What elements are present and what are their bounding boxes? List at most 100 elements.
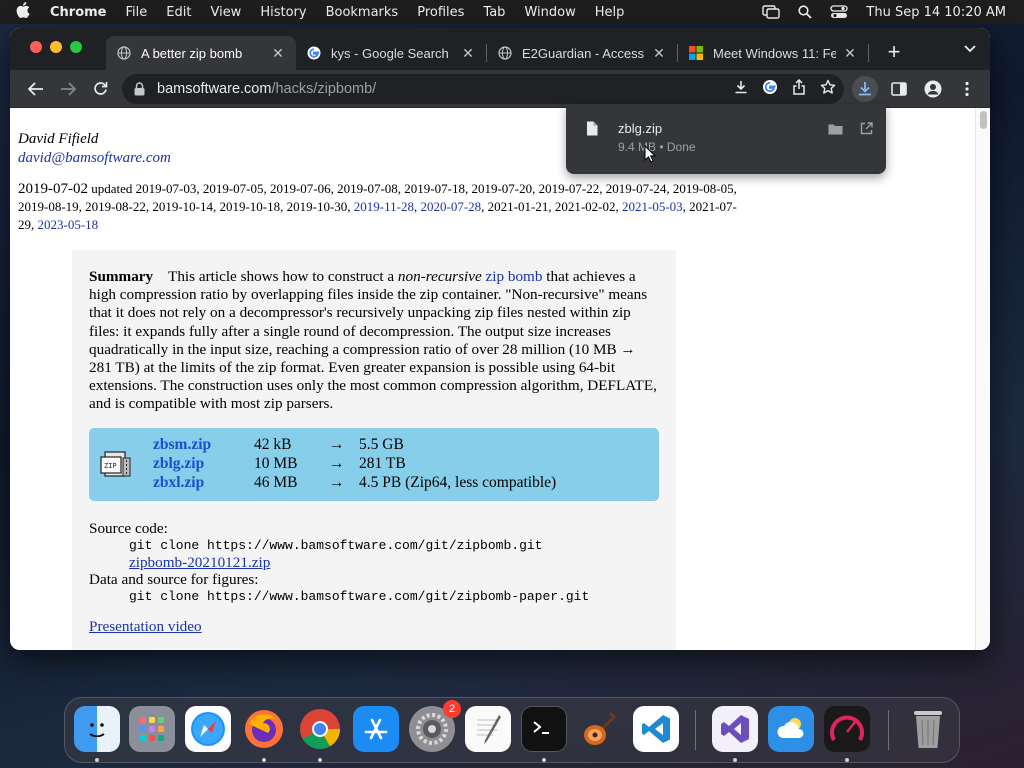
close-tab-icon[interactable]: ✕ — [270, 45, 286, 62]
downloads-icon[interactable] — [852, 75, 878, 102]
updated-dates: 2021-01-21, 2021-02-02, — [487, 199, 619, 214]
presentation-video-link[interactable]: Presentation video — [89, 618, 202, 636]
address-bar[interactable]: bamsoftware.com/hacks/zipbomb/ — [122, 73, 844, 104]
trash-icon[interactable] — [905, 706, 951, 752]
close-tab-icon[interactable]: ✕ — [460, 45, 476, 62]
app-store-icon[interactable] — [353, 706, 399, 752]
data-git-command: git clone https://www.bamsoftware.com/gi… — [129, 589, 590, 604]
apple-menu-icon[interactable] — [14, 2, 32, 22]
tab-separator — [868, 44, 869, 62]
microsoft-icon — [688, 45, 704, 61]
chrome-icon[interactable] — [297, 706, 343, 752]
browser-window: A better zip bomb ✕ kys - Google Search … — [10, 28, 990, 650]
more-menu-icon[interactable] — [954, 76, 980, 102]
updated-date-link[interactable]: 2019-11-28 — [354, 199, 414, 214]
terminal-icon[interactable] — [521, 706, 567, 752]
menu-bookmarks[interactable]: Bookmarks — [326, 5, 399, 20]
visual-studio-icon[interactable] — [712, 706, 758, 752]
source-zip-link[interactable]: zipbomb-20210121.zip — [89, 554, 649, 571]
page-scrollbar[interactable] — [975, 108, 990, 650]
tab-google-search[interactable]: kys - Google Search ✕ — [296, 36, 486, 70]
profile-avatar-icon[interactable] — [920, 76, 946, 102]
weather-icon[interactable] — [768, 706, 814, 752]
lock-icon[interactable] — [134, 81, 145, 96]
share-icon[interactable] — [792, 78, 806, 99]
author-email-link[interactable]: david@bamsoftware.com — [18, 150, 171, 166]
updated-date-link[interactable]: 2020-07-28 — [420, 199, 481, 214]
menu-history[interactable]: History — [260, 5, 306, 20]
downloaded-file-name[interactable]: zblg.zip — [618, 121, 662, 136]
menubar-clock[interactable]: Thu Sep 14 10:20 AM — [866, 5, 1006, 20]
menu-profiles[interactable]: Profiles — [417, 5, 464, 20]
close-tab-icon[interactable]: ✕ — [651, 45, 667, 62]
downloads-box: ZIP zbsm.zip 42 kB → 5.5 GB zblg.zip 10 … — [89, 428, 659, 501]
globe-icon — [116, 45, 132, 61]
download-link[interactable]: zbxl.zip — [153, 474, 254, 492]
menu-help[interactable]: Help — [595, 5, 625, 20]
source-git-command: git clone https://www.bamsoftware.com/gi… — [129, 538, 543, 553]
vscode-icon[interactable] — [633, 706, 679, 752]
menu-tab[interactable]: Tab — [483, 5, 505, 20]
finder-icon[interactable] — [74, 706, 120, 752]
forward-button[interactable] — [52, 73, 84, 105]
reload-button[interactable] — [84, 73, 116, 105]
close-window-button[interactable] — [30, 41, 42, 53]
spotlight-search-icon[interactable] — [798, 5, 813, 19]
open-external-icon[interactable] — [860, 122, 873, 140]
file-icon — [586, 121, 598, 141]
new-tab-button[interactable]: + — [879, 38, 909, 68]
google-lens-icon[interactable] — [762, 79, 778, 99]
close-tab-icon[interactable]: ✕ — [842, 45, 858, 62]
system-settings-icon[interactable]: 2 — [409, 700, 461, 752]
updated-prefix: updated — [91, 181, 133, 196]
zip-archive-icon: ZIP — [99, 448, 132, 481]
globe-icon — [497, 45, 513, 61]
svg-text:ZIP: ZIP — [104, 462, 117, 470]
summary-text: that achieves a high compression ratio b… — [89, 268, 657, 413]
scrollbar-thumb[interactable] — [980, 111, 987, 129]
dock-divider — [888, 710, 889, 750]
url-host: bamsoftware.com — [157, 80, 272, 97]
menu-window[interactable]: Window — [524, 5, 575, 20]
menu-edit[interactable]: Edit — [166, 5, 191, 20]
menu-app-name[interactable]: Chrome — [50, 5, 107, 20]
textedit-icon[interactable] — [465, 706, 511, 752]
zoom-window-button[interactable] — [70, 41, 82, 53]
arrow-icon: → — [329, 455, 345, 472]
download-result: 4.5 PB (Zip64, less compatible) — [359, 474, 557, 491]
install-download-icon[interactable] — [734, 80, 748, 98]
running-indicator — [542, 758, 546, 762]
browser-toolbar: bamsoftware.com/hacks/zipbomb/ — [10, 70, 990, 108]
tab-e2guardian[interactable]: E2Guardian - Access D ✕ — [487, 36, 677, 70]
tab-search-chevron-icon[interactable] — [964, 40, 976, 56]
safari-icon[interactable] — [185, 706, 231, 752]
screen-mirroring-icon[interactable] — [762, 5, 781, 19]
download-size: 10 MB — [254, 455, 298, 472]
side-panel-icon[interactable] — [886, 76, 912, 102]
zip-bomb-link[interactable]: zip bomb — [486, 268, 543, 285]
back-button[interactable] — [20, 73, 52, 105]
tab-windows-11[interactable]: Meet Windows 11: Fea ✕ — [678, 36, 868, 70]
firefox-icon[interactable] — [241, 706, 287, 752]
tab-zip-bomb[interactable]: A better zip bomb ✕ — [106, 36, 296, 70]
updated-date-link[interactable]: 2023-05-18 — [38, 217, 99, 232]
menu-view[interactable]: View — [210, 5, 241, 20]
bookmark-star-icon[interactable] — [820, 79, 836, 99]
download-row: zbxl.zip 46 MB → 4.5 PB (Zip64, less com… — [153, 474, 556, 492]
launchpad-icon[interactable] — [129, 706, 175, 752]
download-link[interactable]: zblg.zip — [153, 455, 254, 473]
garageband-icon[interactable] — [577, 706, 623, 752]
notification-badge: 2 — [443, 700, 461, 718]
minimize-window-button[interactable] — [50, 41, 62, 53]
control-center-icon[interactable] — [830, 5, 849, 19]
istat-menus-icon[interactable] — [824, 706, 870, 752]
menu-file[interactable]: File — [126, 5, 148, 20]
running-indicator — [318, 758, 322, 762]
download-link[interactable]: zbsm.zip — [153, 436, 254, 454]
show-in-folder-icon[interactable] — [828, 122, 843, 140]
download-result: 281 TB — [359, 455, 406, 472]
mouse-cursor-icon — [644, 144, 657, 168]
updated-date-link[interactable]: 2021-05-03 — [622, 199, 683, 214]
tab-title: E2Guardian - Access D — [522, 45, 645, 61]
summary-heading: Summary — [89, 268, 154, 285]
